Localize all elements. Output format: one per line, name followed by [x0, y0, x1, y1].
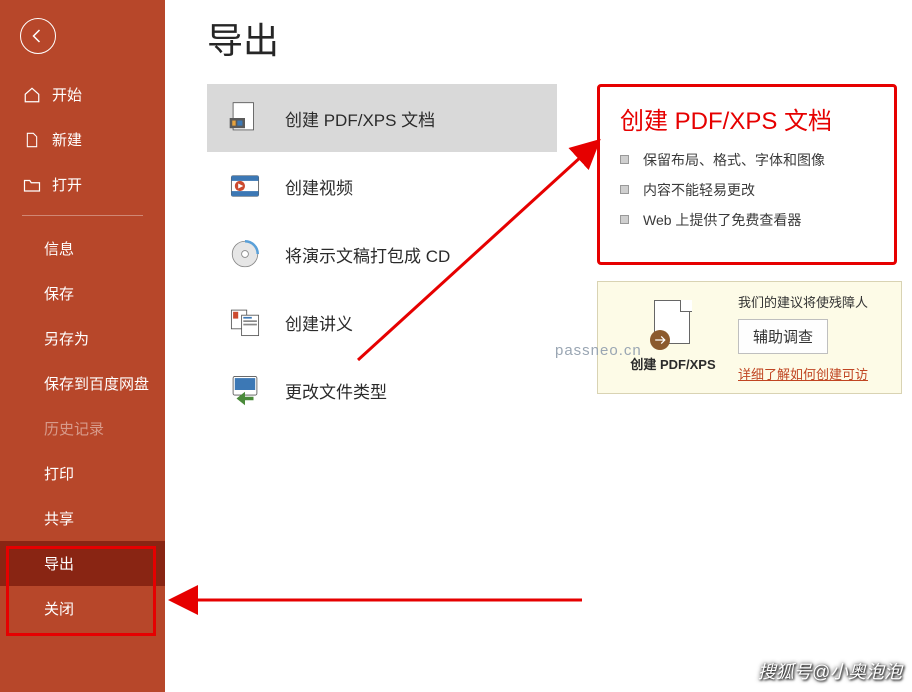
bullet-square-icon	[620, 155, 629, 164]
sidebar-item-print[interactable]: 打印	[0, 451, 165, 496]
learn-more-link[interactable]: 详细了解如何创建可访	[738, 367, 868, 382]
page-title: 导出	[207, 12, 912, 64]
sidebar-item-export[interactable]: 导出	[0, 541, 165, 586]
backstage-sidebar: 开始 新建 打开 信息 保存 另存为 保存到百度网盘 历史记录 打印 共享 导出…	[0, 0, 165, 692]
export-label: 更改文件类型	[285, 378, 387, 403]
export-label: 创建讲义	[285, 310, 353, 335]
pdf-document-icon	[654, 300, 692, 346]
sidebar-label: 关闭	[44, 598, 74, 619]
sidebar-item-close[interactable]: 关闭	[0, 586, 165, 631]
cd-icon	[227, 236, 263, 272]
export-option-package-cd[interactable]: 将演示文稿打包成 CD	[207, 220, 557, 288]
accessibility-text: 我们的建议将使残障人	[738, 292, 893, 311]
change-filetype-icon	[227, 372, 263, 408]
create-pdf-xps-button[interactable]: 创建 PDF/XPS	[608, 292, 738, 381]
bullet-text: 内容不能轻易更改	[643, 180, 755, 200]
panel-bullet: Web 上提供了免费查看器	[620, 210, 864, 230]
export-label: 创建 PDF/XPS 文档	[285, 106, 435, 131]
panel-bullet: 保留布局、格式、字体和图像	[620, 150, 864, 170]
export-label: 创建视频	[285, 174, 353, 199]
sidebar-label: 另存为	[44, 328, 89, 349]
folder-open-icon	[22, 175, 42, 195]
accessibility-box: 创建 PDF/XPS 我们的建议将使残障人 辅助调查 详细了解如何创建可访	[597, 281, 902, 394]
export-option-handouts[interactable]: 创建讲义	[207, 288, 557, 356]
sidebar-item-share[interactable]: 共享	[0, 496, 165, 541]
pdf-xps-highlight-box: 创建 PDF/XPS 文档 保留布局、格式、字体和图像 内容不能轻易更改 Web…	[597, 84, 897, 265]
export-option-pdf-xps[interactable]: 创建 PDF/XPS 文档	[207, 84, 557, 152]
sidebar-item-new[interactable]: 新建	[0, 117, 165, 162]
sidebar-item-info[interactable]: 信息	[0, 226, 165, 271]
bullet-text: Web 上提供了免费查看器	[643, 210, 801, 230]
sidebar-item-open[interactable]: 打开	[0, 162, 165, 207]
sidebar-item-save[interactable]: 保存	[0, 271, 165, 316]
export-label: 将演示文稿打包成 CD	[285, 242, 450, 267]
sidebar-label: 打印	[44, 463, 74, 484]
panel-bullet: 内容不能轻易更改	[620, 180, 864, 200]
sidebar-item-home[interactable]: 开始	[0, 72, 165, 117]
back-button[interactable]	[20, 18, 56, 54]
sidebar-label: 历史记录	[44, 418, 104, 439]
details-panel: 创建 PDF/XPS 文档 保留布局、格式、字体和图像 内容不能轻易更改 Web…	[597, 84, 902, 394]
bullet-square-icon	[620, 185, 629, 194]
accessibility-check-button[interactable]: 辅助调查	[738, 319, 828, 354]
export-options-list: 创建 PDF/XPS 文档 创建视频	[207, 84, 557, 424]
sidebar-label: 保存	[44, 283, 74, 304]
video-icon	[227, 168, 263, 204]
arrow-left-icon	[29, 27, 47, 45]
sidebar-label: 导出	[44, 553, 74, 574]
sidebar-label: 开始	[52, 84, 82, 105]
create-caption: 创建 PDF/XPS	[608, 354, 738, 373]
sidebar-item-save-baidu[interactable]: 保存到百度网盘	[0, 361, 165, 406]
pdf-doc-icon	[227, 100, 263, 136]
export-option-change-filetype[interactable]: 更改文件类型	[207, 356, 557, 424]
sidebar-divider	[22, 215, 143, 216]
export-option-video[interactable]: 创建视频	[207, 152, 557, 220]
bullet-square-icon	[620, 215, 629, 224]
sidebar-item-saveas[interactable]: 另存为	[0, 316, 165, 361]
sidebar-item-history: 历史记录	[0, 406, 165, 451]
file-new-icon	[22, 130, 42, 150]
sidebar-label: 保存到百度网盘	[44, 373, 149, 394]
home-icon	[22, 85, 42, 105]
bullet-text: 保留布局、格式、字体和图像	[643, 150, 825, 170]
sidebar-label: 共享	[44, 508, 74, 529]
sidebar-label: 新建	[52, 129, 82, 150]
panel-title: 创建 PDF/XPS 文档	[620, 101, 864, 136]
main-panel: 导出 创建 PDF/XPS 文档	[165, 0, 912, 692]
sidebar-label: 打开	[52, 174, 82, 195]
handouts-icon	[227, 304, 263, 340]
sidebar-label: 信息	[44, 238, 74, 259]
